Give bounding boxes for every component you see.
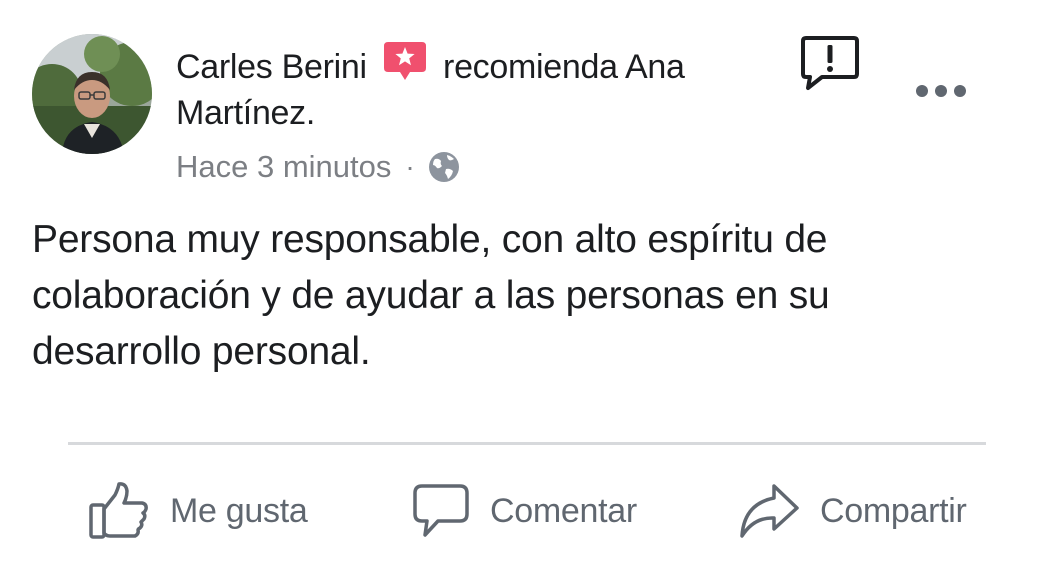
- report-button[interactable]: [800, 34, 860, 92]
- like-label: Me gusta: [170, 491, 308, 530]
- report-icon: [801, 36, 859, 90]
- globe-icon: [427, 150, 461, 184]
- share-label: Compartir: [820, 491, 967, 530]
- meta-separator: ·: [405, 151, 415, 182]
- comment-bubble-icon: [413, 484, 469, 537]
- recommendation-verb: recomienda: [443, 48, 618, 86]
- like-button[interactable]: Me gusta: [88, 478, 308, 544]
- recommendation-star-icon: [382, 40, 428, 86]
- divider: [68, 442, 986, 445]
- timestamp[interactable]: Hace 3 minutos: [176, 144, 391, 190]
- share-arrow-icon: [740, 484, 799, 538]
- share-button[interactable]: Compartir: [738, 478, 967, 544]
- post-meta: Hace 3 minutos ·: [176, 144, 461, 190]
- more-options-icon: [916, 85, 966, 97]
- comment-label: Comentar: [490, 491, 637, 530]
- author-name[interactable]: Carles Berini: [176, 48, 367, 86]
- thumbs-up-icon: [89, 482, 148, 539]
- comment-button[interactable]: Comentar: [412, 478, 637, 544]
- post-text: Persona muy responsable, con alto espíri…: [32, 218, 830, 373]
- avatar[interactable]: [32, 34, 152, 154]
- more-options-button[interactable]: [912, 76, 970, 106]
- post-header: Carles Berini recomienda Ana Martínez.: [176, 42, 736, 136]
